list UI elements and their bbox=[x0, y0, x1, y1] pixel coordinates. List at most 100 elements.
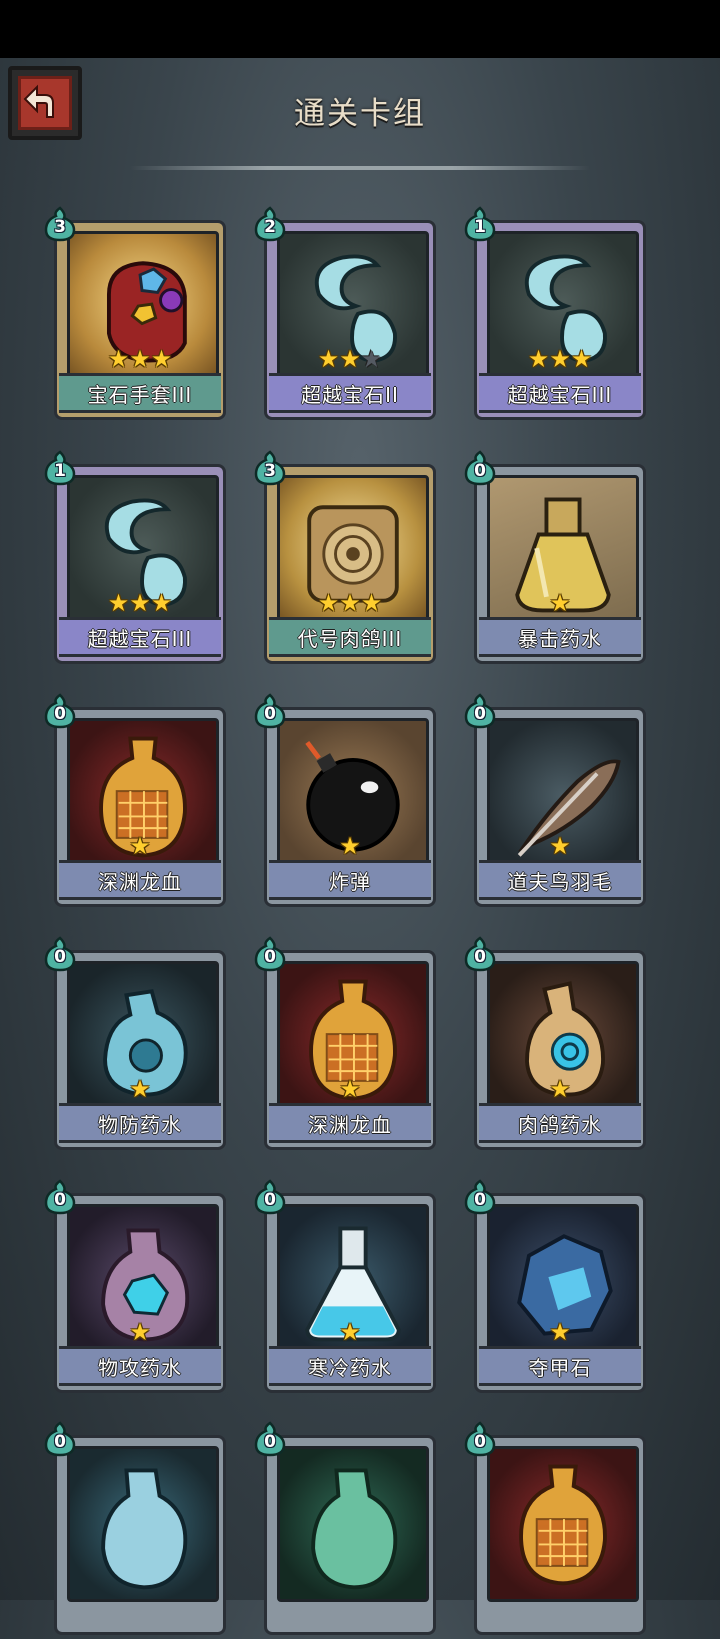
star-icon: ★ bbox=[150, 345, 173, 373]
card-item[interactable]: ★ 深渊龙血 0 bbox=[44, 693, 230, 911]
cost-badge: 0 bbox=[464, 1179, 496, 1215]
card-name: 夺甲石 bbox=[479, 1346, 641, 1386]
card-item[interactable]: ★ 炸弹 0 bbox=[254, 693, 440, 911]
cost-badge: 2 bbox=[254, 206, 286, 242]
cost-badge: 0 bbox=[44, 693, 76, 729]
card-name: 物防药水 bbox=[59, 1103, 221, 1143]
card-name: 炸弹 bbox=[269, 860, 431, 900]
card-frame: ★ 深渊龙血 bbox=[54, 707, 226, 907]
star-rating: ★★★ bbox=[477, 347, 643, 371]
card-name: 超越宝石II bbox=[269, 373, 431, 413]
blue-potion-icon bbox=[67, 1446, 219, 1602]
star-rating: ★★★ bbox=[267, 347, 433, 371]
card-name: 超越宝石III bbox=[59, 617, 221, 657]
star-icon: ★ bbox=[549, 1318, 571, 1346]
card-item[interactable]: 0 bbox=[44, 1421, 230, 1639]
star-rating: ★ bbox=[477, 834, 643, 858]
cost-badge: 1 bbox=[464, 206, 496, 242]
card-frame: ★ 暴击药水 bbox=[474, 464, 646, 664]
star-rating: ★ bbox=[57, 1077, 223, 1101]
cost-badge: 0 bbox=[464, 936, 496, 972]
card-item[interactable]: ★ 寒冷药水 0 bbox=[254, 1179, 440, 1397]
card-item[interactable]: ★★★ 超越宝石III 1 bbox=[464, 206, 650, 424]
card-item[interactable]: ★ 道夫鸟羽毛 0 bbox=[464, 693, 650, 911]
card-frame: ★ 物攻药水 bbox=[54, 1193, 226, 1393]
star-icon: ★ bbox=[317, 589, 340, 617]
card-frame: ★ 肉鸽药水 bbox=[474, 950, 646, 1150]
card-item[interactable]: ★ 物攻药水 0 bbox=[44, 1179, 230, 1397]
dragon-blood-icon bbox=[487, 1446, 639, 1602]
cost-badge: 0 bbox=[254, 936, 286, 972]
cost-badge: 3 bbox=[254, 450, 286, 486]
card-item[interactable]: ★★★ 宝石手套III 3 bbox=[44, 206, 230, 424]
star-icon: ★ bbox=[339, 832, 361, 860]
cost-value: 2 bbox=[264, 217, 276, 237]
card-name: 暴击药水 bbox=[479, 617, 641, 657]
card-item[interactable]: ★★★ 超越宝石III 1 bbox=[44, 450, 230, 668]
cost-value: 1 bbox=[54, 461, 66, 481]
page-title: 通关卡组 bbox=[294, 96, 426, 132]
star-icon: ★ bbox=[129, 345, 151, 373]
cost-value: 3 bbox=[54, 217, 66, 237]
cost-value: 0 bbox=[474, 704, 486, 724]
card-frame: ★ 深渊龙血 bbox=[264, 950, 436, 1150]
card-item[interactable]: ★ 暴击药水 0 bbox=[464, 450, 650, 668]
star-icon: ★ bbox=[360, 589, 383, 617]
card-frame: ★ 炸弹 bbox=[264, 707, 436, 907]
card-item[interactable]: ★ 物防药水 0 bbox=[44, 936, 230, 1154]
star-icon: ★ bbox=[549, 589, 571, 617]
card-frame bbox=[474, 1435, 646, 1635]
cost-badge: 1 bbox=[44, 450, 76, 486]
card-item[interactable]: ★ 夺甲石 0 bbox=[464, 1179, 650, 1397]
card-name: 寒冷药水 bbox=[269, 1346, 431, 1386]
card-item[interactable]: ★ 肉鸽药水 0 bbox=[464, 936, 650, 1154]
star-icon: ★ bbox=[107, 589, 130, 617]
star-icon: ★ bbox=[339, 1075, 361, 1103]
star-rating: ★ bbox=[477, 1320, 643, 1344]
star-rating: ★ bbox=[477, 1077, 643, 1101]
cost-value: 0 bbox=[474, 947, 486, 967]
cost-badge: 0 bbox=[464, 693, 496, 729]
cost-value: 0 bbox=[474, 1432, 486, 1452]
card-name: 深渊龙血 bbox=[59, 860, 221, 900]
star-rating: ★ bbox=[57, 834, 223, 858]
cost-value: 0 bbox=[54, 1190, 66, 1210]
cost-badge: 0 bbox=[44, 1421, 76, 1457]
card-item[interactable]: ★ 深渊龙血 0 bbox=[254, 936, 440, 1154]
green-potion-icon bbox=[277, 1446, 429, 1602]
card-item[interactable]: ★★★ 超越宝石II 2 bbox=[254, 206, 440, 424]
cost-value: 0 bbox=[474, 461, 486, 481]
star-icon: ★ bbox=[549, 345, 571, 373]
star-rating: ★ bbox=[267, 1320, 433, 1344]
star-icon: ★ bbox=[129, 1318, 151, 1346]
star-icon: ★ bbox=[129, 1075, 151, 1103]
card-name: 深渊龙血 bbox=[269, 1103, 431, 1143]
card-name: 宝石手套III bbox=[59, 373, 221, 413]
star-rating: ★ bbox=[477, 591, 643, 615]
cost-value: 0 bbox=[264, 704, 276, 724]
star-icon: ★ bbox=[129, 589, 151, 617]
cost-value: 0 bbox=[264, 1432, 276, 1452]
card-frame: ★★★ 宝石手套III bbox=[54, 220, 226, 420]
star-icon: ★ bbox=[339, 1318, 361, 1346]
cost-value: 0 bbox=[264, 947, 276, 967]
card-item[interactable]: 0 bbox=[464, 1421, 650, 1639]
card-name: 代号肉鸽III bbox=[269, 617, 431, 657]
card-name: 道夫鸟羽毛 bbox=[479, 860, 641, 900]
star-rating: ★ bbox=[57, 1320, 223, 1344]
card-item[interactable]: ★★★ 代号肉鸽III 3 bbox=[254, 450, 440, 668]
star-icon: ★ bbox=[549, 832, 571, 860]
cost-value: 0 bbox=[474, 1190, 486, 1210]
star-rating: ★★★ bbox=[267, 591, 433, 615]
cost-badge: 0 bbox=[44, 936, 76, 972]
cost-badge: 0 bbox=[464, 450, 496, 486]
cost-value: 0 bbox=[54, 947, 66, 967]
card-item[interactable]: 0 bbox=[254, 1421, 440, 1639]
card-name: 肉鸽药水 bbox=[479, 1103, 641, 1143]
cost-badge: 0 bbox=[464, 1421, 496, 1457]
star-rating: ★★★ bbox=[57, 591, 223, 615]
cost-badge: 0 bbox=[254, 1179, 286, 1215]
card-frame: ★ 道夫鸟羽毛 bbox=[474, 707, 646, 907]
card-frame: ★ 物防药水 bbox=[54, 950, 226, 1150]
status-bar bbox=[0, 0, 720, 58]
